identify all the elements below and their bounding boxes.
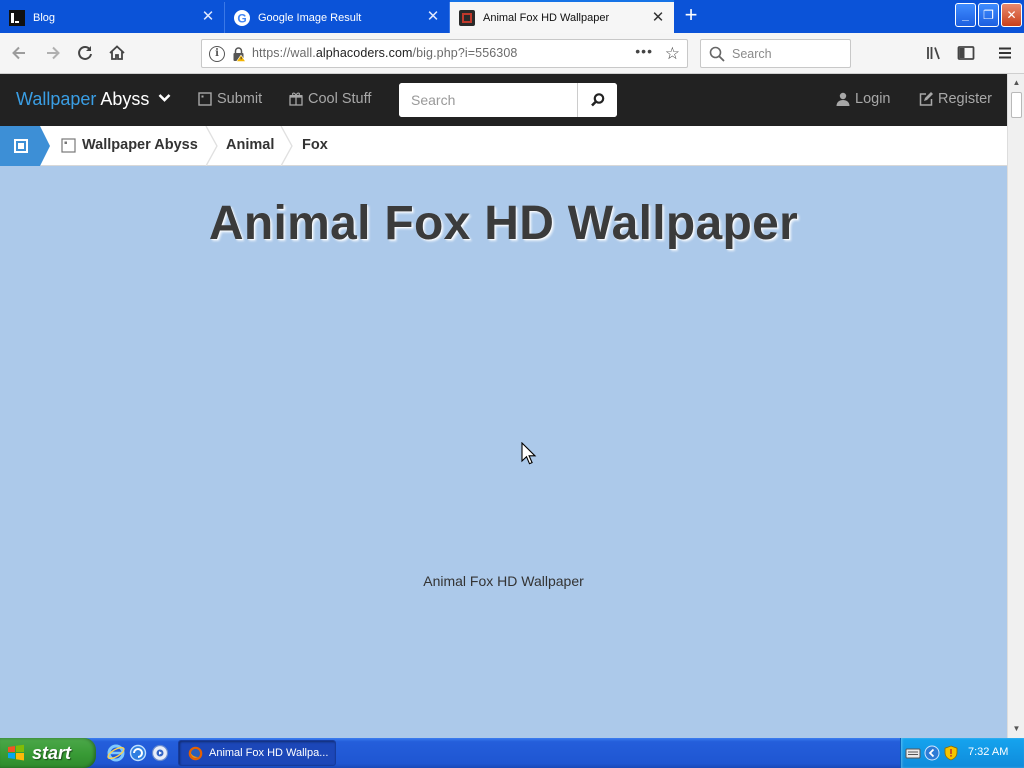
internet-explorer-icon[interactable] bbox=[107, 744, 125, 762]
tab-close-icon[interactable]: ✕ bbox=[650, 10, 666, 26]
edit-icon bbox=[919, 92, 933, 106]
site-brand[interactable]: Wallpaper Abyss bbox=[16, 89, 171, 110]
tab-close-icon[interactable]: ✕ bbox=[425, 9, 441, 25]
scroll-up-arrow-icon[interactable]: ▲ bbox=[1011, 77, 1022, 89]
windows-taskbar: start Animal Fox HD Wallpa... 7:32 AM bbox=[0, 738, 1024, 768]
search-icon bbox=[709, 46, 725, 62]
nav-login-label: Login bbox=[855, 91, 891, 107]
tab-title: Google Image Result bbox=[258, 11, 362, 24]
url-path: /big.php?i=556308 bbox=[412, 46, 518, 60]
minimize-window-button[interactable]: _ bbox=[955, 3, 976, 27]
tab-animal-fox-wallpaper[interactable]: Animal Fox HD Wallpaper ✕ bbox=[450, 0, 674, 33]
keyboard-icon[interactable] bbox=[905, 745, 921, 761]
browser-search-field[interactable]: Search bbox=[700, 39, 851, 68]
site-info-icon[interactable]: i bbox=[209, 46, 225, 62]
wallpaper-image-alt-text[interactable]: Animal Fox HD Wallpaper bbox=[0, 573, 1007, 589]
url-text: https://wall.alphacoders.com/big.php?i=5… bbox=[252, 46, 517, 60]
vertical-scrollbar[interactable]: ▲ ▼ bbox=[1007, 74, 1024, 738]
show-hidden-icons-chevron-icon[interactable] bbox=[924, 745, 940, 761]
home-icon[interactable] bbox=[107, 43, 127, 63]
site-search bbox=[399, 83, 617, 117]
taskbar-task-label: Animal Fox HD Wallpa... bbox=[209, 747, 329, 759]
svg-text:G: G bbox=[237, 11, 246, 25]
start-label: start bbox=[32, 742, 72, 763]
restore-window-button[interactable]: ❐ bbox=[978, 3, 999, 27]
start-button[interactable]: start bbox=[0, 738, 96, 768]
nav-cool-stuff[interactable]: Cool Stuff bbox=[289, 91, 371, 107]
nav-login[interactable]: Login bbox=[836, 91, 890, 107]
taskbar-task-firefox[interactable]: Animal Fox HD Wallpa... bbox=[178, 740, 336, 766]
browser-toolbar: i https://wall.alphacoders.com/big.php?i… bbox=[0, 33, 1024, 74]
nav-cool-stuff-label: Cool Stuff bbox=[308, 91, 372, 107]
breadcrumb-label: Animal bbox=[226, 137, 275, 153]
search-icon bbox=[590, 93, 604, 107]
home-square-icon bbox=[14, 139, 28, 153]
outlook-express-icon[interactable] bbox=[129, 744, 147, 762]
taskbar-clock[interactable]: 7:32 AM bbox=[968, 746, 1008, 758]
security-shield-icon[interactable] bbox=[943, 745, 959, 761]
breadcrumb-home-button[interactable] bbox=[0, 126, 50, 166]
system-tray: 7:32 AM bbox=[900, 738, 1024, 768]
chevron-down-icon bbox=[158, 91, 171, 106]
url-domain: alphacoders.com bbox=[315, 46, 413, 60]
breadcrumb-item-fox[interactable]: Fox bbox=[302, 137, 328, 153]
gift-icon bbox=[289, 92, 303, 106]
breadcrumb-label: Fox bbox=[302, 137, 328, 153]
bookmark-star-icon[interactable]: ☆ bbox=[665, 44, 680, 64]
site-search-input[interactable] bbox=[399, 83, 577, 117]
tab-close-icon[interactable]: ✕ bbox=[200, 9, 216, 25]
media-player-icon[interactable] bbox=[151, 744, 169, 762]
brand-secondary-text: Abyss bbox=[100, 89, 150, 109]
breadcrumb: Wallpaper Abyss Animal Fox bbox=[0, 126, 1007, 166]
blog-favicon-icon bbox=[9, 9, 25, 26]
tab-title: Blog bbox=[33, 11, 56, 24]
tab-google-image-result[interactable]: G Google Image Result ✕ bbox=[225, 2, 450, 33]
wallpaper-abyss-favicon-icon bbox=[459, 9, 475, 26]
breadcrumb-separator bbox=[205, 126, 218, 166]
close-window-button[interactable]: ✕ bbox=[1001, 3, 1022, 27]
scroll-down-arrow-icon[interactable]: ▼ bbox=[1011, 723, 1022, 735]
page-icon bbox=[61, 137, 76, 153]
back-arrow-icon[interactable] bbox=[9, 43, 29, 63]
tab-title: Animal Fox HD Wallpaper bbox=[483, 11, 610, 24]
address-bar[interactable]: i https://wall.alphacoders.com/big.php?i… bbox=[201, 39, 688, 68]
tab-blog[interactable]: Blog ✕ bbox=[0, 2, 225, 33]
sidebar-toggle-icon[interactable] bbox=[956, 43, 976, 63]
scrollbar-thumb[interactable] bbox=[1011, 92, 1022, 118]
google-g-icon: G bbox=[234, 9, 250, 26]
page-title: Animal Fox HD Wallpaper bbox=[208, 197, 799, 250]
nav-submit[interactable]: Submit bbox=[198, 91, 262, 107]
forward-arrow-icon[interactable] bbox=[43, 43, 63, 63]
user-icon bbox=[836, 92, 850, 106]
nav-submit-label: Submit bbox=[217, 91, 263, 107]
site-search-button[interactable] bbox=[577, 83, 617, 117]
breadcrumb-separator bbox=[280, 126, 293, 166]
page-actions-more-icon[interactable]: ••• bbox=[635, 43, 653, 59]
nav-register[interactable]: Register bbox=[919, 91, 992, 107]
mouse-cursor-icon bbox=[521, 442, 537, 465]
breadcrumb-label: Wallpaper Abyss bbox=[82, 137, 198, 153]
breadcrumb-item-wallpaper-abyss[interactable]: Wallpaper Abyss bbox=[61, 137, 198, 153]
browser-search-placeholder: Search bbox=[732, 47, 772, 61]
site-header: Wallpaper Abyss Submit Cool Stuff Search… bbox=[0, 74, 1007, 126]
submit-icon bbox=[198, 92, 212, 106]
insecure-lock-warning-icon[interactable] bbox=[231, 46, 247, 62]
url-prefix: https://wall. bbox=[252, 46, 316, 60]
wallpaper-content-area: Animal Fox HD Wallpaper Animal Fox HD Wa… bbox=[0, 166, 1007, 738]
brand-primary-text: Wallpaper bbox=[16, 89, 97, 109]
new-tab-plus-icon[interactable]: + bbox=[680, 4, 702, 27]
reload-icon[interactable] bbox=[75, 43, 95, 63]
library-icon[interactable] bbox=[924, 43, 944, 63]
breadcrumb-item-animal[interactable]: Animal bbox=[226, 137, 274, 153]
firefox-icon bbox=[188, 746, 203, 760]
nav-register-label: Register bbox=[938, 91, 992, 107]
windows-flag-icon bbox=[8, 744, 24, 761]
tab-strip: Blog ✕ G Google Image Result ✕ Animal Fo… bbox=[0, 0, 1024, 33]
hamburger-menu-icon[interactable] bbox=[995, 43, 1015, 63]
